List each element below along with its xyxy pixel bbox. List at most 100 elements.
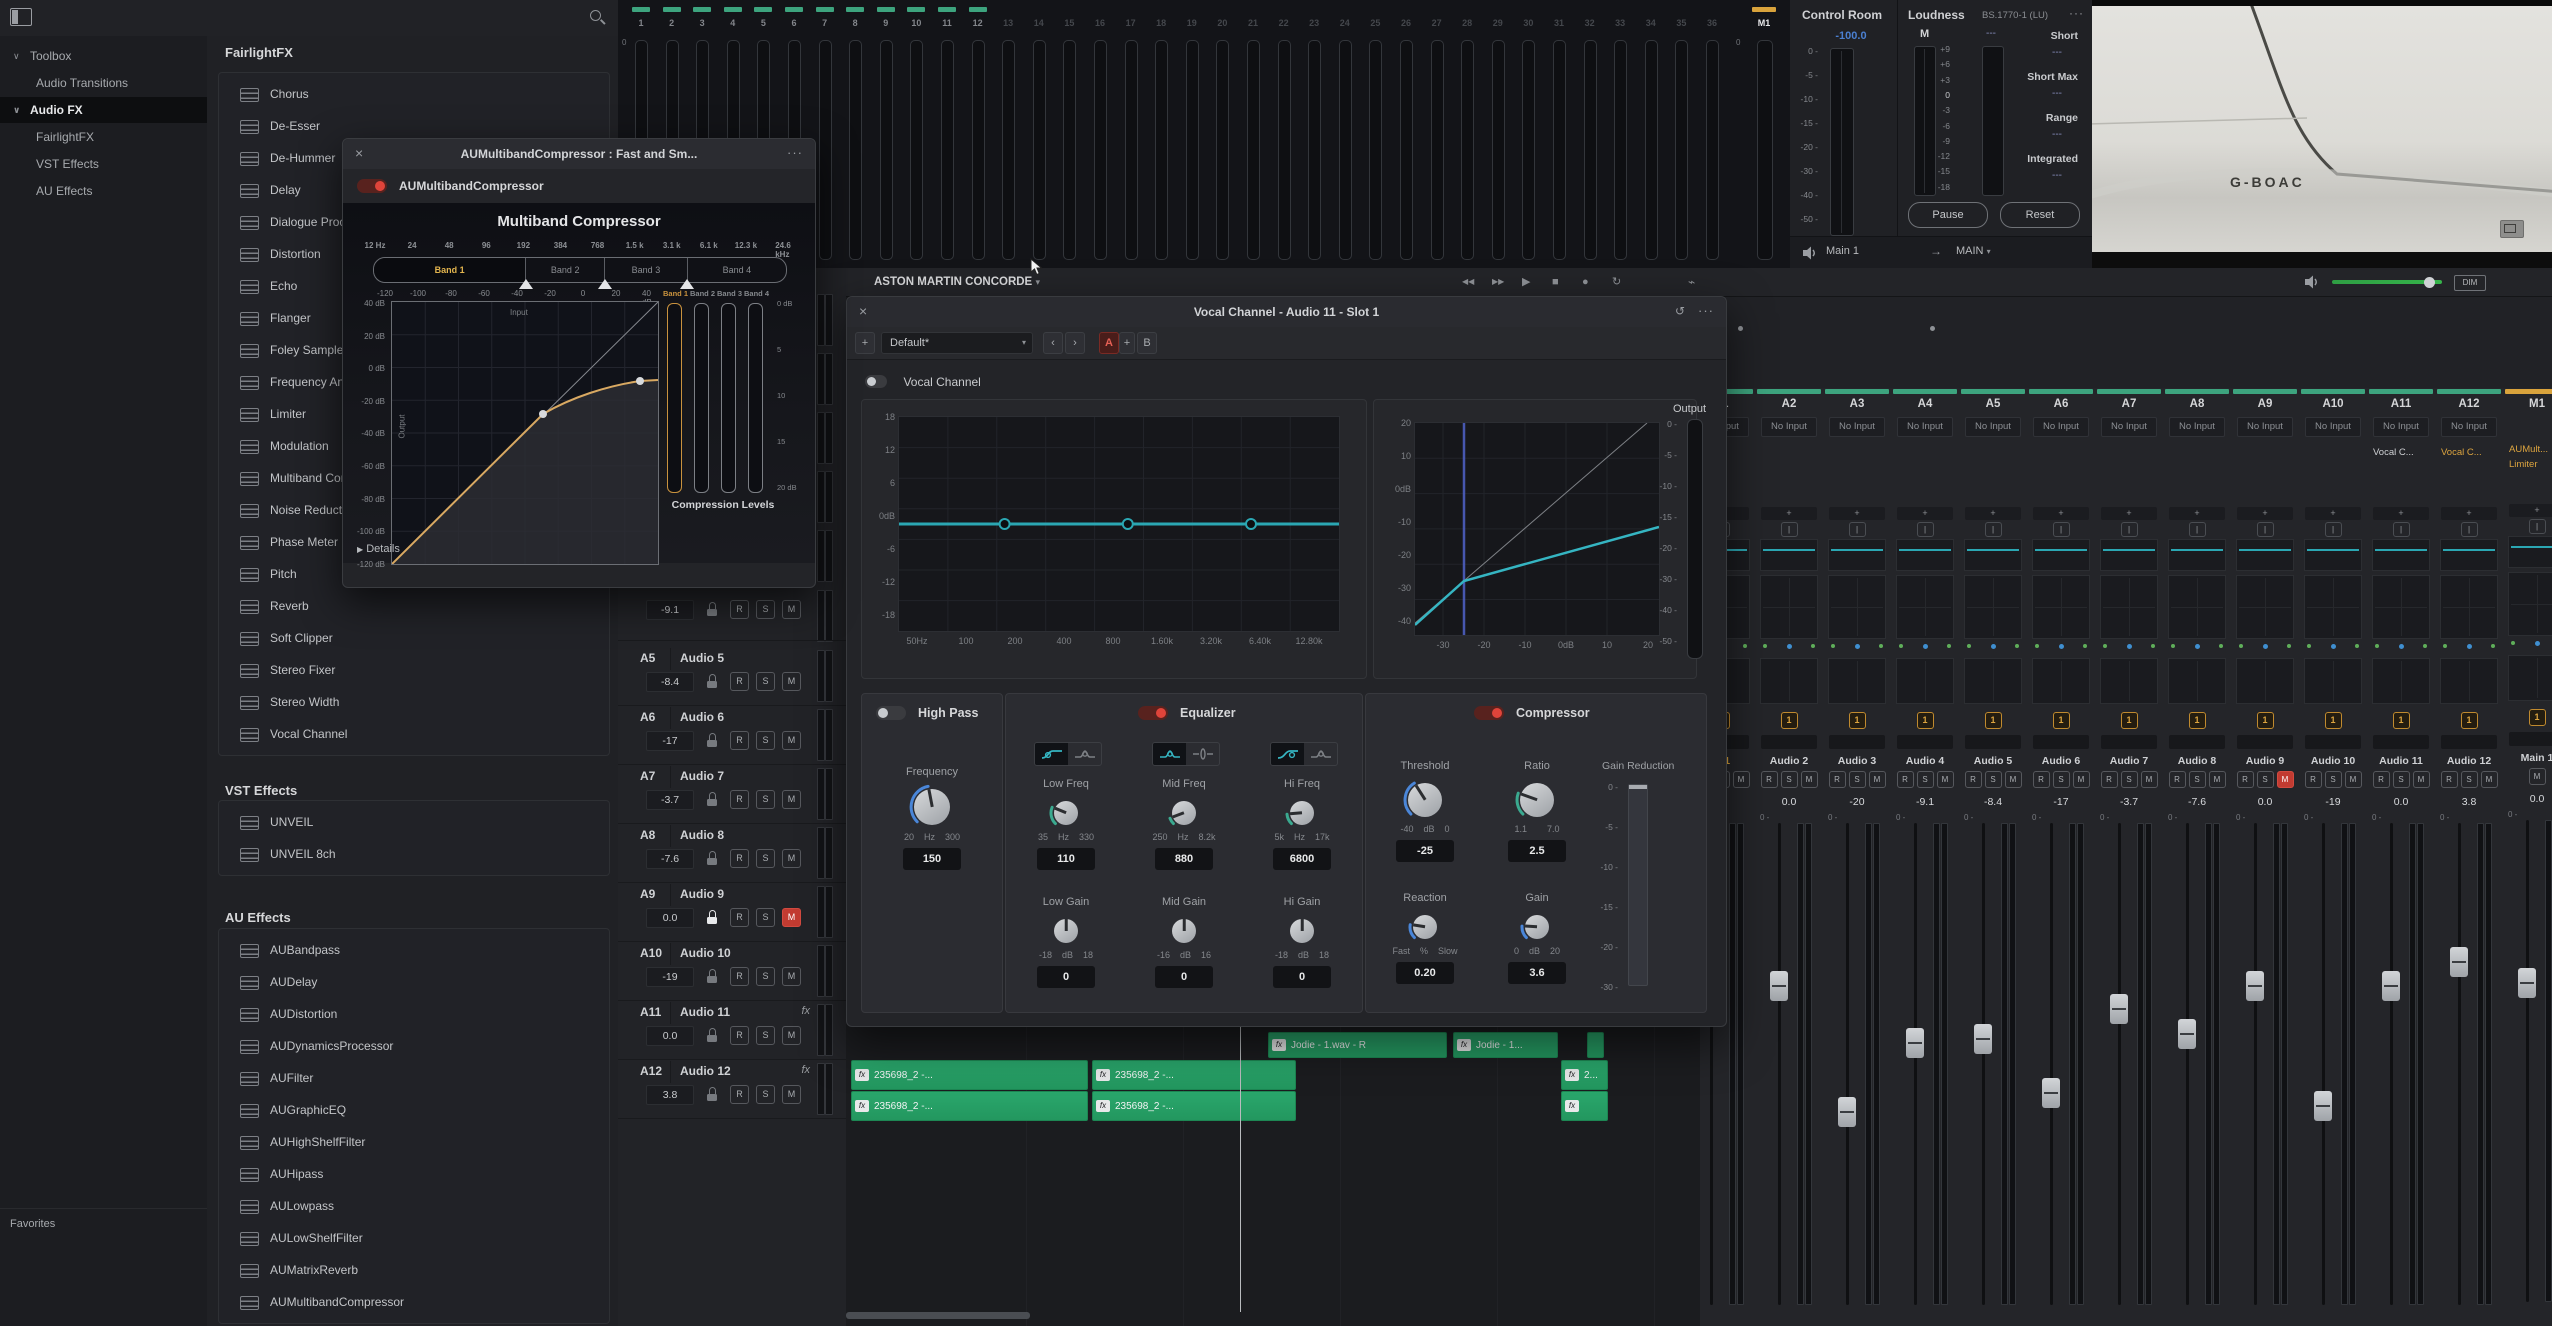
strip-effects-slot[interactable] <box>2231 443 2299 505</box>
track-solo-button[interactable]: S <box>756 600 775 619</box>
timeline-clip[interactable]: fx 235698_2 -... <box>1092 1060 1296 1090</box>
compressor-toggle[interactable] <box>1474 706 1504 720</box>
playhead[interactable] <box>1240 1022 1241 1312</box>
strip-solo-button[interactable]: S <box>2256 771 2274 788</box>
track-solo-button[interactable]: S <box>756 908 775 927</box>
options-menu-icon[interactable]: ··· <box>1698 297 1714 327</box>
fader-handle[interactable] <box>2042 1078 2060 1109</box>
strip-pan-display-2[interactable] <box>2032 658 2090 704</box>
strip-eq-curve[interactable] <box>1896 539 1954 571</box>
panel-toggle-icon[interactable] <box>10 8 32 26</box>
strip-fader[interactable]: 0 - <box>2503 808 2552 1308</box>
strip-pan-display-2[interactable] <box>1828 658 1886 704</box>
mixer-strip-a3[interactable]: A3 No Input + | 1 Audio 3 R S M -20 0 - <box>1823 388 1892 1326</box>
strip-effects-slot[interactable]: Vocal C... <box>2367 443 2435 505</box>
close-icon[interactable]: × <box>355 139 363 169</box>
strip-automation-bar[interactable] <box>1965 735 2021 749</box>
knob-value[interactable]: 2.5 <box>1508 840 1566 862</box>
strip-fader[interactable]: 0 - <box>1755 811 1823 1311</box>
details-disclosure[interactable]: ▶ Details <box>357 543 400 555</box>
knob-value[interactable]: 0 <box>1037 966 1095 988</box>
lock-icon[interactable] <box>706 910 718 924</box>
strip-add-effect-button[interactable]: + <box>1897 507 1953 520</box>
strip-pan-display[interactable] <box>2372 575 2430 639</box>
fader-handle[interactable] <box>2518 968 2536 998</box>
strip-mute-button[interactable]: M <box>2208 771 2226 788</box>
lock-icon[interactable] <box>706 1087 718 1101</box>
effect-item-aulowshelffilter[interactable]: AULowShelfFilter <box>219 1222 609 1254</box>
track-record-arm-button[interactable]: R <box>730 1026 749 1045</box>
effect-item-audistortion[interactable]: AUDistortion <box>219 998 609 1030</box>
monitor-route-select[interactable]: MAIN ▾ <box>1956 245 1991 257</box>
strip-fader[interactable]: 0 - <box>2299 811 2367 1311</box>
strip-fader[interactable]: 0 - <box>1959 811 2027 1311</box>
ab-compare-b-button[interactable]: B <box>1137 332 1157 354</box>
lock-icon[interactable] <box>706 674 718 688</box>
strip-mute-button[interactable]: M <box>2072 771 2090 788</box>
strip-effects-slot[interactable]: AUMult... Limiter <box>2503 440 2552 502</box>
strip-pan-display-2[interactable] <box>2440 658 2498 704</box>
knob-control[interactable] <box>1515 778 1559 822</box>
strip-add-effect-button[interactable]: + <box>2305 507 2361 520</box>
track-gain-value[interactable]: -9.1 <box>646 600 694 620</box>
strip-insert-button[interactable]: | <box>2528 519 2546 534</box>
h-scrollbar[interactable] <box>846 1312 1030 1319</box>
knob-value[interactable]: 6800 <box>1273 848 1331 870</box>
strip-insert-button[interactable]: | <box>1984 522 2002 537</box>
high-pass-toggle[interactable] <box>876 706 906 720</box>
dim-button[interactable]: DIM <box>2454 275 2486 291</box>
strip-input-select[interactable]: No Input <box>1829 417 1885 437</box>
strip-solo-button[interactable]: S <box>2120 771 2138 788</box>
track-solo-button[interactable]: S <box>756 1085 775 1104</box>
band-tab-2[interactable]: Band 2 <box>526 258 606 282</box>
strip-automation-bar[interactable] <box>1761 735 1817 749</box>
strip-mute-button[interactable]: M <box>2344 771 2362 788</box>
effect-item-vocal-channel[interactable]: Vocal Channel <box>219 718 609 750</box>
transport-stop-icon[interactable]: ■ <box>1552 268 1559 296</box>
strip-effects-slot[interactable] <box>2027 443 2095 505</box>
knob-control[interactable] <box>1520 910 1554 944</box>
track-mute-button[interactable]: M <box>782 908 801 927</box>
speaker-icon[interactable] <box>2304 275 2320 289</box>
notch-icon[interactable] <box>1186 743 1219 765</box>
track-mute-button[interactable]: M <box>782 1026 801 1045</box>
strip-eq-curve[interactable] <box>2100 539 2158 571</box>
strip-bus-badge[interactable]: 1 <box>1780 712 1798 729</box>
preset-select[interactable]: Default* ▾ <box>881 332 1033 354</box>
strip-bus-badge[interactable]: 1 <box>1984 712 2002 729</box>
strip-eq-curve[interactable] <box>2032 539 2090 571</box>
knob-value[interactable]: 880 <box>1155 848 1213 870</box>
effect-item-aufilter[interactable]: AUFilter <box>219 1062 609 1094</box>
track-gain-value[interactable]: -7.6 <box>646 849 694 869</box>
strip-insert-button[interactable]: | <box>2324 522 2342 537</box>
strip-mute-button[interactable]: M <box>2412 771 2430 788</box>
strip-pan-display[interactable] <box>2236 575 2294 639</box>
lock-icon[interactable] <box>706 1028 718 1042</box>
strip-record-arm-button[interactable]: R <box>2100 771 2118 788</box>
strip-solo-button[interactable]: S <box>2052 771 2070 788</box>
transport-rewind-icon[interactable]: ◀◀ <box>1462 268 1474 296</box>
strip-pan-display-2[interactable] <box>1964 658 2022 704</box>
strip-effects-slot[interactable] <box>1959 443 2027 505</box>
strip-input-select[interactable]: No Input <box>1965 417 2021 437</box>
strip-record-arm-button[interactable]: R <box>2440 771 2458 788</box>
effect-item-aumultibandcompressor[interactable]: AUMultibandCompressor <box>219 1286 609 1318</box>
track-gain-value[interactable]: -8.4 <box>646 672 694 692</box>
sidebar-item-au-effects[interactable]: AU Effects <box>0 178 207 204</box>
hishelf-icon[interactable] <box>1271 743 1304 765</box>
strip-bus-badge[interactable]: 1 <box>2324 712 2342 729</box>
fader-handle[interactable] <box>2178 1018 2196 1049</box>
strip-effects-slot[interactable] <box>1891 443 1959 505</box>
strip-effects-slot[interactable] <box>1755 443 1823 505</box>
strip-eq-curve[interactable] <box>2440 539 2498 571</box>
mixer-strip-a12[interactable]: A12 No Input Vocal C... + | 1 Audio 12 R S M 3.8 0 … <box>2435 388 2504 1326</box>
lock-icon[interactable] <box>706 602 718 616</box>
strip-pan-display-2[interactable] <box>2508 655 2552 701</box>
strip-automation-bar[interactable] <box>2305 735 2361 749</box>
fader-handle[interactable] <box>2450 947 2468 978</box>
strip-eq-curve[interactable] <box>1828 539 1886 571</box>
strip-bus-badge[interactable]: 1 <box>2120 712 2138 729</box>
strip-add-effect-button[interactable]: + <box>2101 507 2157 520</box>
strip-insert-button[interactable]: | <box>1848 522 1866 537</box>
timeline-clip[interactable] <box>1587 1032 1604 1058</box>
